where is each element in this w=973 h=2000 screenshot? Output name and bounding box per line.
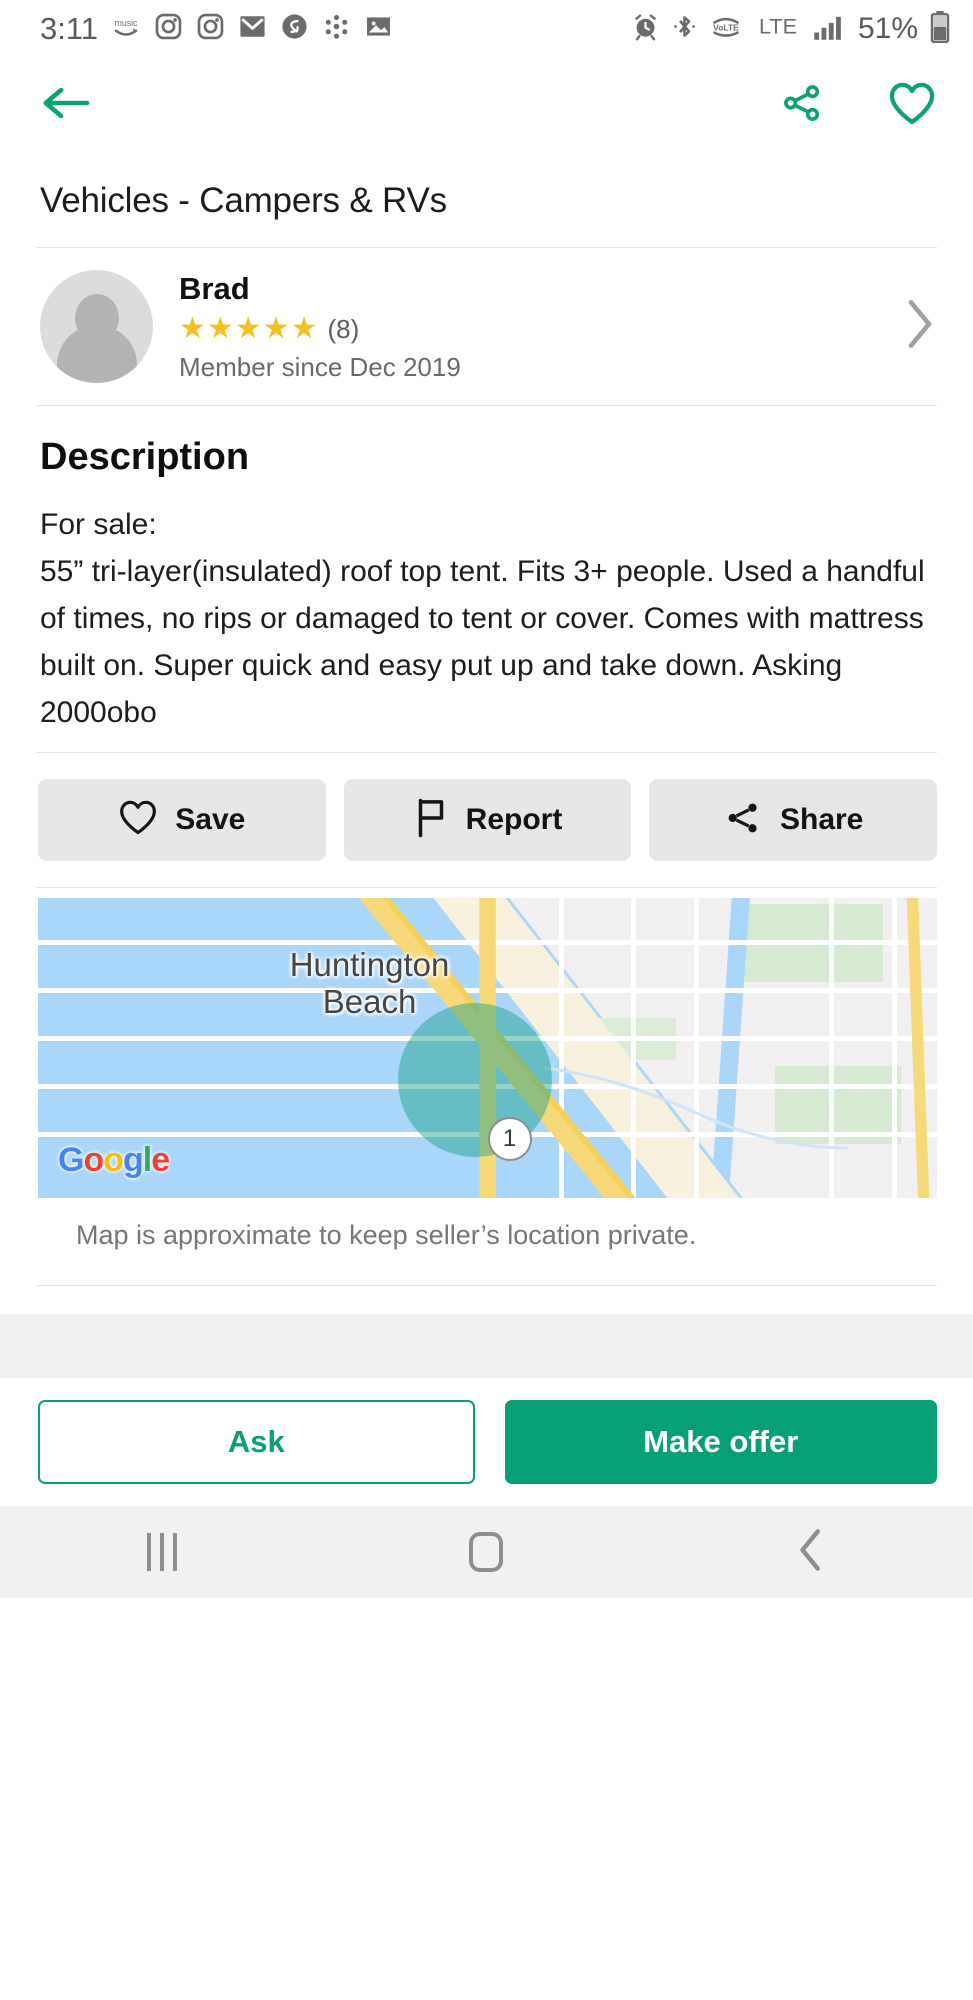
network-type-label: LTE — [754, 12, 802, 46]
android-navigation-bar — [0, 1506, 973, 1598]
seller-rating: ★★★★★ (8) — [179, 314, 461, 345]
photos-icon — [364, 12, 393, 46]
seller-name: Brad — [179, 270, 250, 306]
bottom-action-bar: Ask Make offer — [0, 1378, 973, 1506]
heart-outline-icon — [118, 799, 158, 841]
flag-icon — [413, 797, 449, 844]
svg-text:VoLTE: VoLTE — [713, 22, 739, 32]
map-section: Huntington Beach 1 Google Map is approxi… — [0, 888, 973, 1251]
listing-category: Vehicles - Campers & RVs — [40, 181, 447, 220]
map-marker-badge[interactable]: 1 — [487, 1117, 532, 1161]
ask-button[interactable]: Ask — [38, 1400, 475, 1484]
amazon-music-icon: music — [111, 12, 141, 47]
status-bar-left: 3:11 music — [40, 11, 393, 47]
back-arrow-icon — [40, 83, 92, 128]
content-gap — [0, 1314, 973, 1378]
map-privacy-note: Map is approximate to keep seller’s loca… — [76, 1220, 697, 1250]
listing-action-buttons: Save Report Share — [0, 753, 973, 887]
home-icon — [469, 1532, 504, 1572]
description-body: For sale: 55” tri-layer(insulated) roof … — [40, 508, 925, 729]
member-since-text: Member since Dec 2019 — [179, 351, 461, 382]
status-bar-right: VoLTE LTE 51% — [631, 10, 951, 48]
back-button[interactable] — [40, 83, 92, 128]
back-chevron-icon — [797, 1528, 825, 1577]
shazam-icon — [280, 12, 309, 46]
flower-app-icon — [322, 12, 351, 46]
report-button[interactable]: Report — [343, 779, 632, 861]
report-button-label: Report — [465, 803, 563, 836]
svg-text:LTE: LTE — [759, 14, 797, 39]
status-bar-clock: 3:11 — [40, 11, 99, 46]
share-icon — [723, 799, 763, 842]
status-bar: 3:11 music VoLTE LTE 51% — [0, 0, 973, 58]
google-logo: Google — [58, 1141, 170, 1179]
location-map[interactable]: Huntington Beach 1 Google — [38, 898, 937, 1198]
home-button[interactable] — [386, 1532, 586, 1572]
recents-button[interactable] — [62, 1533, 262, 1571]
signal-bars-icon — [813, 12, 847, 46]
description-heading: Description — [40, 436, 250, 478]
instagram-icon — [154, 12, 183, 46]
seller-profile-row[interactable]: Brad ★★★★★ (8) Member since Dec 2019 — [0, 248, 973, 405]
recents-icon — [147, 1533, 178, 1571]
battery-icon — [929, 10, 951, 48]
volte-icon: VoLTE — [709, 12, 743, 46]
system-back-button[interactable] — [711, 1528, 911, 1577]
save-button[interactable]: Save — [38, 779, 326, 861]
share-icon — [779, 82, 825, 129]
app-screen: 3:11 music VoLTE LTE 51% Vehicles - Camp… — [0, 0, 973, 2000]
share-button-label: Share — [779, 803, 864, 836]
bluetooth-icon — [671, 12, 698, 46]
review-count: (8) — [327, 313, 360, 344]
share-button[interactable] — [779, 82, 825, 129]
svg-text:music: music — [115, 17, 138, 27]
star-rating-icon: ★★★★★ — [179, 312, 319, 345]
save-button-label: Save — [175, 803, 246, 836]
top-navigation-bar — [0, 58, 973, 153]
divider — [36, 1285, 937, 1286]
share-button[interactable]: Share — [649, 779, 938, 861]
favorite-button[interactable] — [887, 81, 937, 131]
description-section: Description For sale: 55” tri-layer(insu… — [0, 406, 973, 752]
instagram-icon — [196, 12, 225, 46]
avatar — [40, 270, 153, 383]
heart-outline-icon — [887, 81, 937, 131]
email-icon — [238, 12, 267, 46]
chevron-right-icon — [903, 297, 937, 356]
avatar-body — [56, 325, 137, 383]
alarm-icon — [631, 12, 660, 46]
seller-info: Brad ★★★★★ (8) Member since Dec 2019 — [179, 271, 461, 383]
make-offer-button[interactable]: Make offer — [504, 1400, 937, 1484]
battery-percentage: 51% — [857, 12, 918, 45]
